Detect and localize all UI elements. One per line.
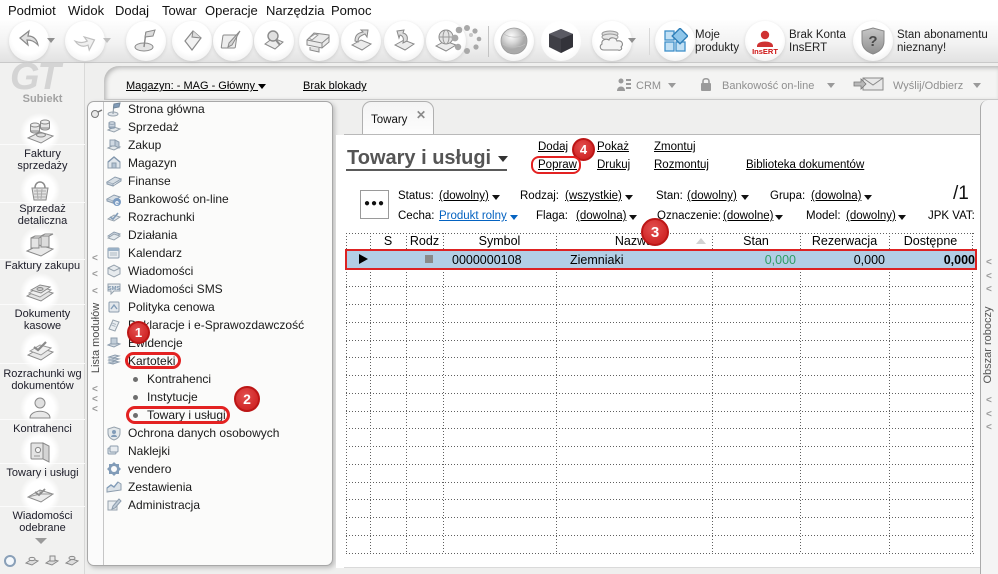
svg-text:?: ? bbox=[868, 33, 877, 50]
svg-text:InsERT: InsERT bbox=[752, 47, 778, 56]
svg-text:e: e bbox=[115, 200, 119, 207]
svg-text:SMS: SMS bbox=[108, 286, 120, 292]
